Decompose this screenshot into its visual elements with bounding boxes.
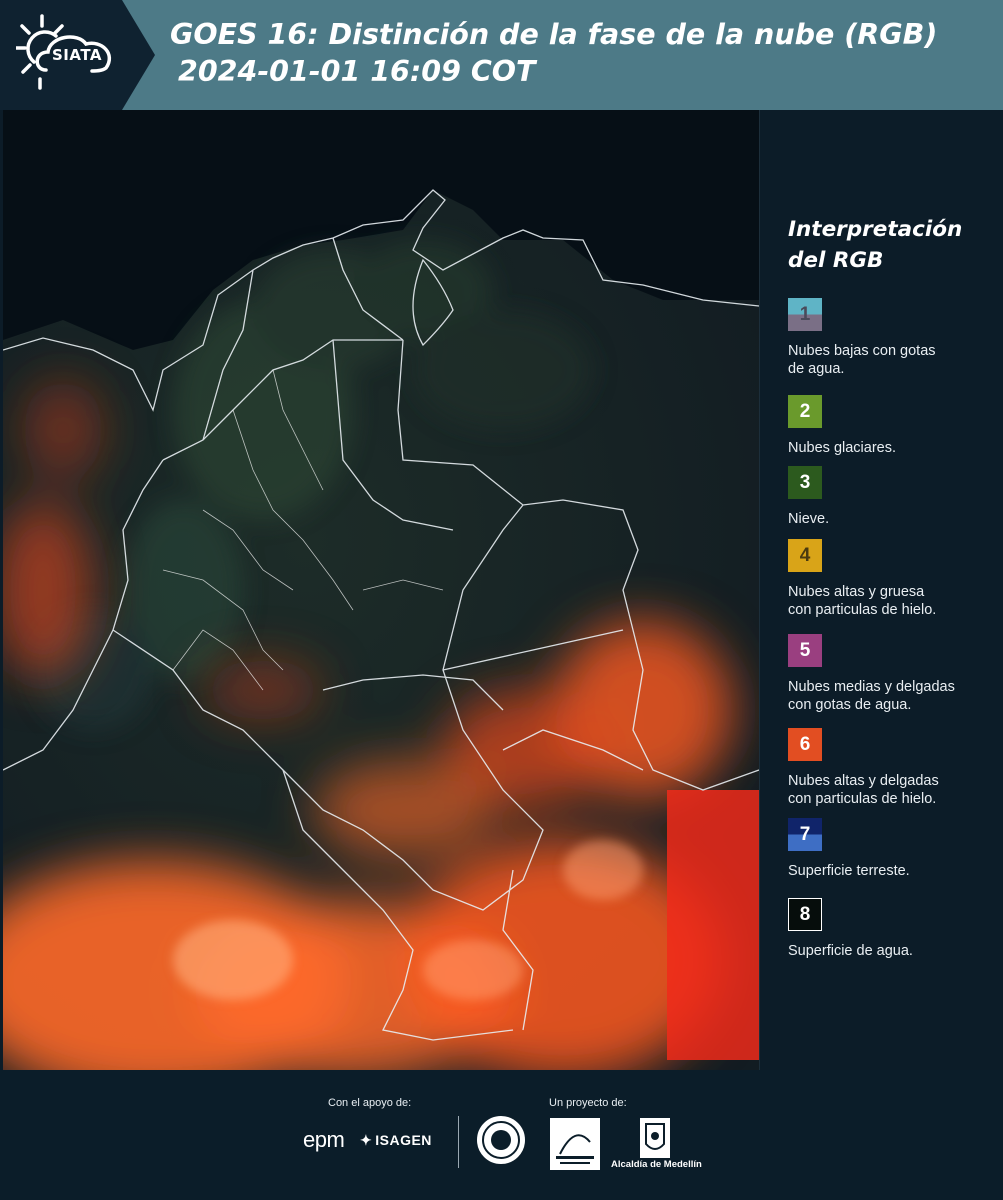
legend-item-7: 7 Superficie terreste.	[788, 818, 988, 880]
legend-label-2: Nubes glaciares.	[788, 439, 988, 457]
legend-label-line-1: Superficie de agua.	[788, 943, 913, 959]
epm-logo: epm	[303, 1127, 345, 1152]
legend-item-4: 4 Nubes altas y gruesa con particulas de h…	[788, 539, 988, 619]
satellite-map	[3, 110, 760, 1070]
legend-label-line-2: con particulas de hielo.	[788, 602, 937, 618]
footer-divider	[458, 1116, 459, 1168]
title-line-1: GOES 16: Distinción de la fase de la nub…	[170, 18, 938, 51]
legend-label-6: Nubes altas y delgadas con particulas de …	[788, 772, 988, 808]
legend-swatch-5: 5	[788, 634, 822, 667]
legend-label-line-1: Nubes medias y delgadas	[788, 679, 955, 695]
legend-label-3: Nieve.	[788, 510, 988, 528]
legend-label-line-1: Superficie terreste.	[788, 863, 910, 879]
legend-item-8: 8 Superficie de agua.	[788, 898, 988, 960]
page-title: GOES 16: Distinción de la fase de la nub…	[170, 16, 937, 90]
satellite-image	[3, 110, 759, 1070]
isagen-text: ISAGEN	[375, 1132, 432, 1148]
legend-swatch-2: 2	[788, 395, 822, 428]
area-metropolitana-logo	[550, 1118, 600, 1170]
alcaldia-shield-logo	[640, 1118, 670, 1158]
legend-swatch-4: 4	[788, 539, 822, 572]
project-label: Un proyecto de:	[549, 1097, 627, 1109]
legend-label-line-1: Nubes glaciares.	[788, 440, 896, 456]
legend-swatch-8: 8	[788, 898, 822, 931]
legend-label-line-1: Nubes altas y gruesa	[788, 584, 925, 600]
legend-label-5: Nubes medias y delgadas con gotas de agua…	[788, 678, 988, 714]
metro-seal-logo	[477, 1116, 525, 1164]
isagen-logo: ✦ ISAGEN	[360, 1132, 432, 1149]
legend-item-3: 3 Nieve.	[788, 466, 988, 528]
legend-label-8: Superficie de agua.	[788, 942, 988, 960]
legend-label-1: Nubes bajas con gotas de agua.	[788, 342, 988, 378]
legend-label-line-1: Nubes bajas con gotas	[788, 343, 936, 359]
legend-label-7: Superficie terreste.	[788, 862, 988, 880]
legend-swatch-1: 1	[788, 298, 822, 331]
header-bar: SIATA GOES 16: Distinción de la fase de …	[0, 0, 1003, 110]
logo-text: SIATA	[52, 46, 103, 64]
legend-title-line-1: Interpretación	[788, 217, 963, 242]
rgb-legend: Interpretación del RGB	[788, 214, 988, 298]
legend-item-1: 1 Nubes bajas con gotas de agua.	[788, 298, 988, 378]
legend-item-5: 5 Nubes medias y delgadas con gotas de agu…	[788, 634, 988, 714]
footer: Con el apoyo de: Un proyecto de: epm ✦ IS…	[0, 1070, 1003, 1200]
alcaldia-text: Alcaldía de Medellín	[611, 1159, 702, 1170]
legend-swatch-6: 6	[788, 728, 822, 761]
legend-item-2: 2 Nubes glaciares.	[788, 395, 988, 457]
legend-label-line-1: Nieve.	[788, 511, 830, 527]
legend-swatch-7: 7	[788, 818, 822, 851]
siata-logo: SIATA	[0, 0, 155, 110]
legend-title: Interpretación del RGB	[788, 214, 988, 276]
legend-label-line-2: de agua.	[788, 361, 845, 377]
isagen-icon: ✦	[360, 1132, 373, 1148]
title-line-2: 2024-01-01 16:09 COT	[178, 55, 536, 88]
legend-title-line-2: del RGB	[788, 248, 884, 273]
legend-label-line-2: con particulas de hielo.	[788, 791, 937, 807]
legend-label-line-1: Nubes altas y delgadas	[788, 773, 939, 789]
legend-label-4: Nubes altas y gruesa con particulas de hi…	[788, 583, 988, 619]
legend-item-6: 6 Nubes altas y delgadas con particulas de…	[788, 728, 988, 808]
legend-swatch-3: 3	[788, 466, 822, 499]
legend-label-line-2: con gotas de agua.	[788, 697, 912, 713]
support-label: Con el apoyo de:	[328, 1097, 412, 1109]
